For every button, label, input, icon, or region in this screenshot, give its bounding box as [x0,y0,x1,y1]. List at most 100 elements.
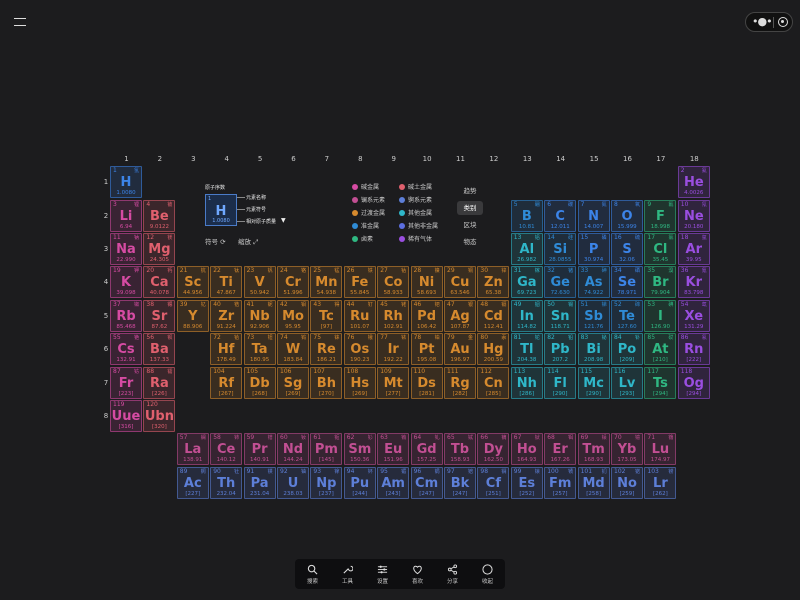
category-item[interactable]: 准金属 [352,223,379,231]
tools-button[interactable]: 工具 [330,559,365,589]
element-cell[interactable]: 45 铑 Rh 102.91 [377,300,410,332]
share-button[interactable]: 分享 [435,559,470,589]
element-cell[interactable]: 55 铯 Cs 132.91 [110,333,142,365]
element-cell[interactable]: 108 Hs [269] [343,367,376,399]
element-cell[interactable]: 91 镤 Pa 231.04 [243,467,276,499]
element-cell[interactable]: 47 银 Ag 107.87 [444,300,476,332]
element-cell[interactable]: 92 铀 U 238.03 [277,467,309,499]
element-cell[interactable]: 38 锶 Sr 87.62 [143,300,176,332]
element-cell[interactable]: 99 锿 Es [252] [510,467,543,499]
element-cell[interactable]: 83 铋 Bi 208.98 [577,333,610,365]
element-cell[interactable]: 114 Fl [290] [544,367,577,399]
element-cell[interactable]: 20 钙 Ca 40.078 [143,266,176,298]
like-button[interactable]: 喜欢 [400,559,435,589]
element-cell[interactable]: 94 钚 Pu [244] [343,467,376,499]
element-cell[interactable]: 54 氙 Xe 131.29 [677,300,710,332]
element-cell[interactable]: 19 钾 K 39.098 [110,266,142,298]
category-item[interactable]: 其他金属 [399,210,432,218]
element-cell[interactable]: 13 铝 Al 26.982 [510,233,543,265]
element-cell[interactable]: 119 Uue [316] [110,400,142,432]
element-cell[interactable]: 27 钴 Co 58.933 [377,266,410,298]
element-cell[interactable]: 120 Ubn [320] [143,400,176,432]
element-cell[interactable]: 107 Bh [270] [310,367,343,399]
element-cell[interactable]: 101 钔 Md [258] [577,467,610,499]
element-cell[interactable]: 44 钌 Ru 101.07 [343,300,376,332]
element-cell[interactable]: 74 钨 W 183.84 [277,333,309,365]
element-cell[interactable]: 84 钋 Po [209] [611,333,643,365]
element-cell[interactable]: 24 铬 Cr 51.996 [277,266,309,298]
symbol-toggle-button[interactable]: 符号 ⟳ [205,235,233,249]
element-cell[interactable]: 116 Lv [293] [611,367,643,399]
element-cell[interactable]: 115 Mc [290] [577,367,610,399]
category-item[interactable]: 卤素 [352,236,373,244]
tab-block[interactable]: 区块 [457,218,483,232]
element-cell[interactable]: 8 氧 O 15.999 [611,200,643,232]
element-cell[interactable]: 82 铅 Pb 207.2 [544,333,577,365]
element-cell[interactable]: 35 溴 Br 79.904 [644,266,677,298]
element-cell[interactable]: 69 铥 Tm 168.93 [577,433,610,465]
element-cell[interactable]: 106 Sg [269] [277,367,309,399]
element-cell[interactable]: 16 硫 S 32.06 [611,233,643,265]
element-cell[interactable]: 48 镉 Cd 112.41 [477,300,510,332]
element-cell[interactable]: 25 锰 Mn 54.938 [310,266,343,298]
element-cell[interactable]: 103 铹 Lr [262] [644,467,677,499]
element-cell[interactable]: 40 锆 Zr 91.224 [210,300,243,332]
category-item[interactable]: 稀有气体 [399,236,432,244]
search-button[interactable]: 搜索 [295,559,330,589]
element-cell[interactable]: 12 镁 Mg 24.305 [143,233,176,265]
element-cell[interactable]: 46 钯 Pd 106.42 [410,300,443,332]
element-cell[interactable]: 60 钕 Nd 144.24 [277,433,309,465]
element-cell[interactable]: 3 锂 Li 6.94 [110,200,142,232]
element-cell[interactable]: 41 铌 Nb 92.906 [243,300,276,332]
element-cell[interactable]: 7 氮 N 14.007 [577,200,610,232]
element-cell[interactable]: 18 氩 Ar 39.95 [677,233,710,265]
element-cell[interactable]: 70 镱 Yb 173.05 [611,433,643,465]
category-item[interactable]: 碱土金属 [399,184,432,192]
element-cell[interactable]: 71 镥 Lu 174.97 [644,433,677,465]
element-cell[interactable]: 97 锫 Bk [247] [444,467,476,499]
element-cell[interactable]: 15 磷 P 30.974 [577,233,610,265]
element-cell[interactable]: 51 锑 Sb 121.76 [577,300,610,332]
tab-category[interactable]: 类别 [457,201,483,215]
element-cell[interactable]: 65 铽 Tb 158.93 [444,433,476,465]
element-cell[interactable]: 76 锇 Os 190.23 [343,333,376,365]
element-cell[interactable]: 95 镅 Am [243] [377,467,410,499]
element-cell[interactable]: 110 Ds [281] [410,367,443,399]
element-cell[interactable]: 43 锝 Tc [97] [310,300,343,332]
caret-down-icon[interactable]: ▼ [281,217,286,224]
element-cell[interactable]: 62 钐 Sm 150.36 [343,433,376,465]
element-cell[interactable]: 26 铁 Fe 55.845 [343,266,376,298]
element-cell[interactable]: 5 硼 B 10.81 [510,200,543,232]
element-cell[interactable]: 34 硒 Se 78.971 [611,266,643,298]
element-cell[interactable]: 89 锕 Ac [227] [176,467,209,499]
element-cell[interactable]: 100 镄 Fm [257] [544,467,577,499]
element-cell[interactable]: 86 氡 Rn [222] [677,333,710,365]
element-cell[interactable]: 36 氪 Kr 83.798 [677,266,710,298]
element-cell[interactable]: 87 钫 Fr [223] [110,367,142,399]
element-cell[interactable]: 63 铕 Eu 151.96 [377,433,410,465]
element-cell[interactable]: 33 砷 As 74.922 [577,266,610,298]
element-cell[interactable]: 118 Og [294] [677,367,710,399]
element-cell[interactable]: 93 镎 Np [237] [310,467,343,499]
element-cell[interactable]: 39 钇 Y 88.906 [176,300,209,332]
element-cell[interactable]: 50 锡 Sn 118.71 [544,300,577,332]
element-cell[interactable]: 21 钪 Sc 44.956 [176,266,209,298]
element-cell[interactable]: 56 钡 Ba 137.33 [143,333,176,365]
element-cell[interactable]: 17 氯 Cl 35.45 [644,233,677,265]
element-cell[interactable]: 78 铂 Pt 195.08 [410,333,443,365]
category-item[interactable]: 其他非金属 [399,223,438,231]
element-cell[interactable]: 96 锔 Cm [247] [410,467,443,499]
element-cell[interactable]: 72 铪 Hf 178.49 [210,333,243,365]
tab-trend[interactable]: 趋势 [457,184,483,198]
element-cell[interactable]: 117 Ts [294] [644,367,677,399]
element-cell[interactable]: 80 汞 Hg 200.59 [477,333,510,365]
category-item[interactable]: 碱金属 [352,184,379,192]
element-cell[interactable]: 81 铊 Tl 204.38 [510,333,543,365]
element-cell[interactable]: 49 铟 In 114.82 [510,300,543,332]
element-cell[interactable]: 6 碳 C 12.011 [544,200,577,232]
element-cell[interactable]: 37 铷 Rb 85.468 [110,300,142,332]
tab-state[interactable]: 物态 [457,235,483,249]
category-item[interactable]: 镧系元素 [352,197,385,205]
element-cell[interactable]: 30 锌 Zn 65.38 [477,266,510,298]
element-cell[interactable]: 67 钬 Ho 164.93 [510,433,543,465]
